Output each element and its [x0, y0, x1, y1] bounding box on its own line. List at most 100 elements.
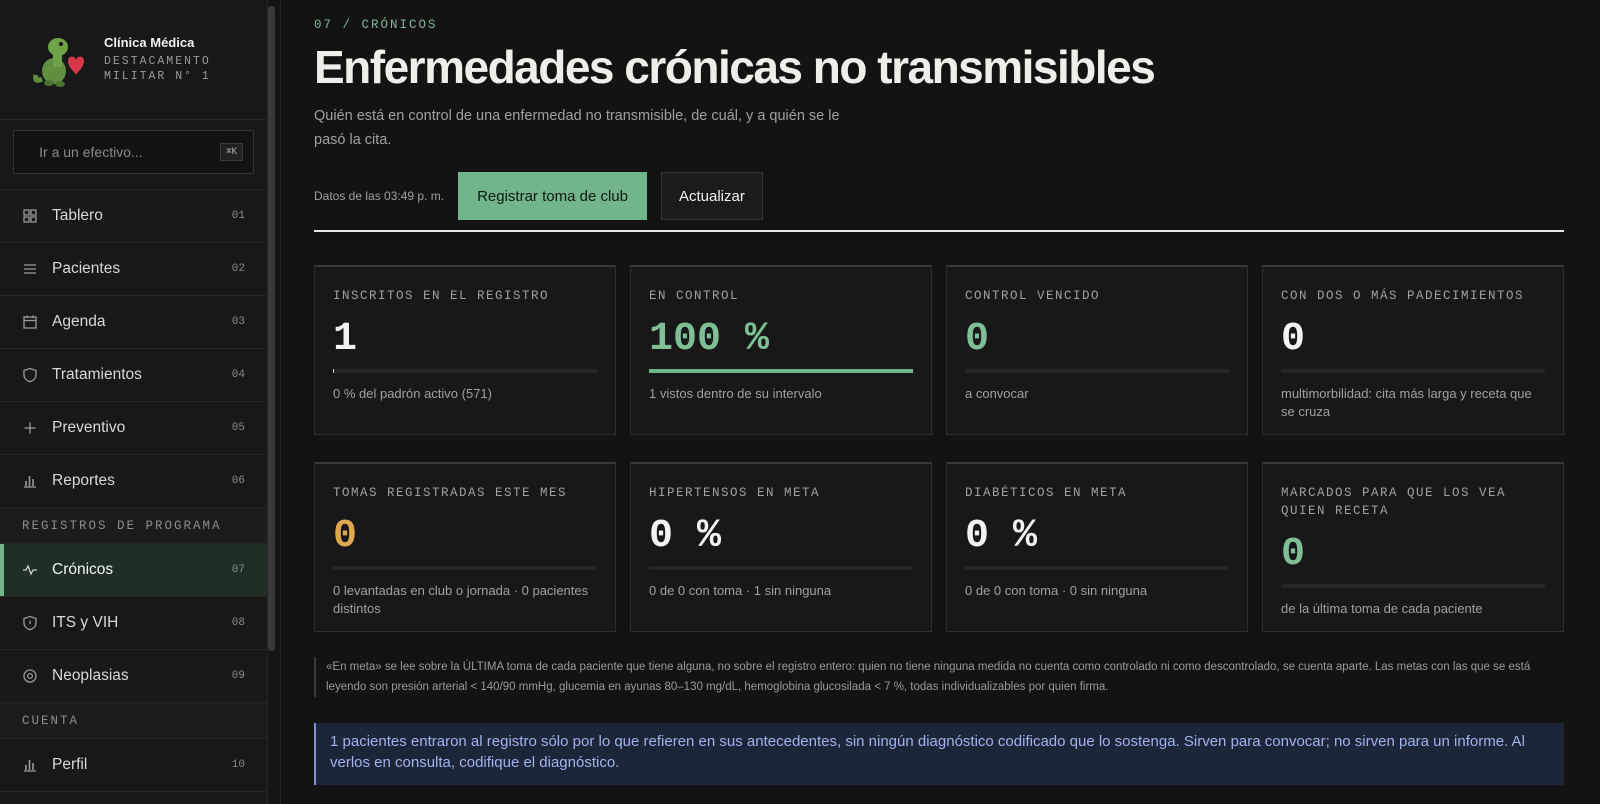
- methodology-footnote: «En meta» se lee sobre la ÚLTIMA toma de…: [314, 657, 1564, 697]
- sidebar-item-neoplasias[interactable]: Neoplasias 09: [0, 650, 267, 703]
- sidebar-item-number: 09: [231, 670, 245, 682]
- search-icon: [28, 151, 30, 153]
- main-content: 07 / CRÓNICOS Enfermedades crónicas no t…: [280, 0, 1600, 804]
- list-icon: [22, 261, 38, 277]
- kpi-progress-bar: [333, 566, 597, 570]
- shortcut-badge: ⌘K: [220, 143, 243, 161]
- kpi-progress-bar: [1281, 584, 1545, 588]
- sidebar-item-label: Neoplasias: [52, 667, 129, 684]
- sidebar-item-number: 10: [231, 759, 245, 771]
- sidebar-item-perfil[interactable]: Perfil 10: [0, 739, 267, 792]
- info-notice: 1 pacientes entraron al registro sólo po…: [314, 723, 1564, 785]
- sidebar-scrollbar[interactable]: [268, 6, 275, 651]
- kpi-card: TOMAS REGISTRADAS ESTE MES 0 0 levantadas …: [314, 462, 616, 632]
- sidebar-item-number: 07: [231, 564, 245, 576]
- sidebar-item-label: Reportes: [52, 472, 115, 489]
- shield-check-icon: [22, 615, 38, 631]
- kpi-value: 0: [1281, 532, 1306, 577]
- kpi-value: 100 %: [649, 317, 770, 362]
- sidebar-item-number: 01: [231, 210, 245, 222]
- sidebar-item-number: 05: [231, 422, 245, 434]
- kpi-progress-bar: [965, 369, 1229, 373]
- sidebar-item-number: 06: [231, 475, 245, 487]
- sidebar-item-label: Pacientes: [52, 260, 121, 277]
- kpi-value: 0 %: [649, 514, 722, 559]
- kpi-card: DIABÉTICOS EN META 0 % 0 de 0 con toma · 0…: [946, 462, 1248, 632]
- kpi-label: HIPERTENSOS EN META: [649, 486, 821, 500]
- target-icon: [22, 668, 38, 684]
- kpi-card: EN CONTROL 100 % 1 vistos dentro de su int…: [630, 265, 932, 435]
- bar-chart-icon: [22, 757, 38, 773]
- sidebar-item-tratamientos[interactable]: Tratamientos 04: [0, 349, 267, 402]
- sidebar-item-its-y-vih[interactable]: ITS y VIH 08: [0, 597, 267, 650]
- sidebar-item-number: 04: [231, 369, 245, 381]
- sidebar-item-label: Preventivo: [52, 419, 126, 436]
- kpi-label: TOMAS REGISTRADAS ESTE MES: [333, 486, 568, 500]
- sidebar-item-preventivo[interactable]: Preventivo 05: [0, 402, 267, 455]
- sidebar-item-number: 08: [231, 617, 245, 629]
- kpi-note: 0 de 0 con toma · 0 sin ninguna: [965, 583, 1148, 598]
- refresh-button[interactable]: Actualizar: [660, 172, 763, 220]
- kpi-note: 0 % del padrón activo (571): [333, 386, 492, 401]
- page-subtitle: Quién está en control de una enfermedad …: [314, 108, 840, 148]
- sidebar-item-label: Tablero: [52, 207, 103, 224]
- kpi-row-1: INSCRITOS EN EL REGISTRO 1 0 % del padrón …: [314, 265, 1564, 435]
- kpi-card: INSCRITOS EN EL REGISTRO 1 0 % del padrón …: [314, 265, 616, 435]
- register-club-button[interactable]: Registrar toma de club: [458, 172, 647, 220]
- kpi-card: MARCADOS PARA QUE LOS VEA QUIEN RECETA 0 d…: [1262, 462, 1564, 632]
- kpi-progress-bar: [649, 566, 913, 570]
- kpi-row-2: TOMAS REGISTRADAS ESTE MES 0 0 levantadas …: [314, 462, 1564, 632]
- section-label-programs: REGISTROS DE PROGRAMA: [0, 508, 267, 544]
- kpi-value: 0: [1281, 317, 1306, 362]
- kpi-label: INSCRITOS EN EL REGISTRO: [333, 289, 550, 303]
- kpi-card: CON DOS O MÁS PADECIMIENTOS 0 multimorbili…: [1262, 265, 1564, 435]
- kpi-card: CONTROL VENCIDO 0 a convocar: [946, 265, 1248, 435]
- brand-name: Clínica Médica: [104, 35, 195, 50]
- kpi-value: 1: [333, 317, 358, 362]
- search-box[interactable]: ⌘K: [13, 130, 254, 174]
- kpi-progress-bar: [965, 566, 1229, 570]
- kpi-progress-bar: [649, 369, 913, 373]
- kpi-label: CON DOS O MÁS PADECIMIENTOS: [1281, 289, 1525, 303]
- plus-icon: [22, 420, 38, 436]
- kpi-note: 0 levantadas en club o jornada · 0 pacie…: [333, 583, 589, 616]
- kpi-label: MARCADOS PARA QUE LOS VEA QUIEN RECETA: [1281, 486, 1507, 518]
- kpi-progress-fill: [649, 369, 913, 373]
- shield-icon: [22, 367, 38, 383]
- calendar-icon: [22, 314, 38, 330]
- sidebar: Clínica Médica DESTACAMENTO MILITAR N° 1…: [0, 0, 268, 804]
- sidebar-item-tablero[interactable]: Tablero 01: [0, 190, 267, 243]
- page-title: Enfermedades crónicas no transmisibles: [314, 41, 1156, 93]
- kpi-note: a convocar: [965, 386, 1029, 401]
- brand-subtitle: DESTACAMENTO MILITAR N° 1: [104, 55, 211, 83]
- kpi-label: EN CONTROL: [649, 289, 740, 303]
- sidebar-item-number: 03: [231, 316, 245, 328]
- sidebar-item-agenda[interactable]: Agenda 03: [0, 296, 267, 349]
- divider: [314, 230, 1564, 232]
- bar-chart-icon: [22, 473, 38, 489]
- kpi-label: DIABÉTICOS EN META: [965, 486, 1128, 500]
- brand[interactable]: Clínica Médica DESTACAMENTO MILITAR N° 1: [0, 0, 267, 120]
- sidebar-item-pacientes[interactable]: Pacientes 02: [0, 243, 267, 296]
- kpi-label: CONTROL VENCIDO: [965, 289, 1101, 303]
- sidebar-item-cronicos[interactable]: Crónicos 07: [0, 544, 267, 597]
- kpi-progress-fill: [333, 369, 335, 373]
- sidebar-item-label: Agenda: [52, 313, 106, 330]
- sidebar-item-label: Crónicos: [52, 561, 114, 578]
- sidebar-item-label: Tratamientos: [52, 366, 142, 383]
- kpi-note: 1 vistos dentro de su intervalo: [649, 386, 822, 401]
- pulse-icon: [22, 562, 38, 578]
- search-input[interactable]: [39, 144, 221, 160]
- kpi-note: 0 de 0 con toma · 1 sin ninguna: [649, 583, 832, 598]
- dinosaur-heart-logo: [33, 37, 84, 87]
- sidebar-item-label: ITS y VIH: [52, 614, 119, 631]
- sidebar-item-number: 02: [231, 263, 245, 275]
- kpi-note: de la última toma de cada paciente: [1281, 601, 1483, 616]
- kpi-card: HIPERTENSOS EN META 0 % 0 de 0 con toma · …: [630, 462, 932, 632]
- dashboard-icon: [22, 208, 38, 224]
- kpi-note: multimorbilidad: cita más larga y receta…: [1281, 386, 1532, 419]
- kpi-value: 0: [965, 317, 990, 362]
- sidebar-item-reportes[interactable]: Reportes 06: [0, 455, 267, 508]
- updated-timestamp: Datos de las 03:49 p. m.: [314, 189, 445, 203]
- kpi-progress-bar: [1281, 369, 1545, 373]
